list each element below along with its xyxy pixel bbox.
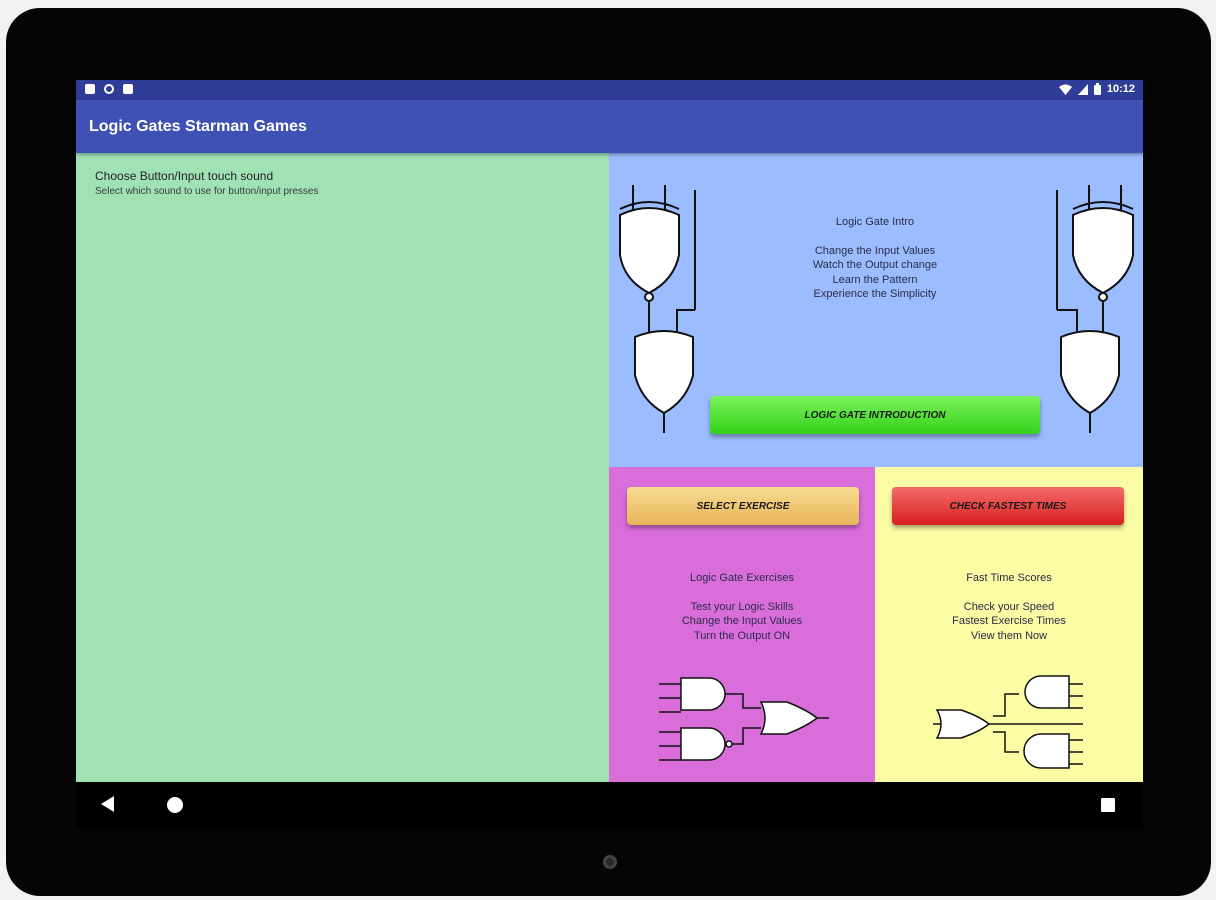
intro-panel: Logic Gate Intro Change the Input Values… xyxy=(609,153,1143,467)
exercise-line: Test your Logic Skills xyxy=(690,600,794,613)
times-line: Check your Speed xyxy=(963,600,1055,613)
check-fastest-times-button[interactable]: CHECK FASTEST TIMES xyxy=(892,487,1124,525)
main-content: Choose Button/Input touch sound Select w… xyxy=(76,153,1143,782)
exercise-panel: SELECT EXERCISE Logic Gate Exercises Tes… xyxy=(609,467,875,782)
notification-icon xyxy=(85,84,95,94)
exercise-line: Turn the Output ON xyxy=(693,629,791,642)
settings-panel: Choose Button/Input touch sound Select w… xyxy=(76,153,609,782)
device-screen: 10:12 Logic Gates Starman Games Choose B… xyxy=(76,80,1143,782)
status-bar: 10:12 xyxy=(76,80,1143,100)
recents-icon[interactable] xyxy=(1101,798,1115,812)
battery-icon xyxy=(1093,83,1101,95)
app-bar: Logic Gates Starman Games xyxy=(76,100,1143,153)
app-title: Logic Gates Starman Games xyxy=(89,118,307,135)
intro-title: Logic Gate Intro xyxy=(835,216,915,228)
intro-line: Experience the Simplicity xyxy=(813,288,937,300)
back-icon[interactable] xyxy=(101,796,114,812)
front-camera xyxy=(603,855,617,869)
sync-icon xyxy=(104,84,114,94)
navigation-bar xyxy=(76,782,1143,828)
select-exercise-button[interactable]: SELECT EXERCISE xyxy=(627,487,859,525)
status-right-icons: 10:12 xyxy=(1058,83,1135,95)
signal-icon xyxy=(1077,83,1088,95)
times-line: Fastest Exercise Times xyxy=(952,615,1066,627)
mixed-gates-circuit-illustration xyxy=(933,675,1083,769)
home-icon[interactable] xyxy=(167,797,183,813)
touch-sound-setting-subtitle: Select which sound to use for button/inp… xyxy=(95,186,319,197)
touch-sound-setting-title[interactable]: Choose Button/Input touch sound xyxy=(95,169,273,183)
sd-card-icon xyxy=(123,84,133,94)
intro-line: Change the Input Values xyxy=(814,244,936,257)
intro-line: Learn the Pattern xyxy=(832,273,918,286)
times-line: View them Now xyxy=(970,629,1048,642)
status-left-icons xyxy=(85,84,133,94)
cascaded-or-gates-right-illustration xyxy=(1056,185,1134,433)
exercise-line: Change the Input Values xyxy=(681,615,803,627)
status-time: 10:12 xyxy=(1106,83,1135,95)
wifi-icon xyxy=(1058,84,1072,95)
logic-gate-introduction-button[interactable]: LOGIC GATE INTRODUCTION xyxy=(710,396,1040,434)
exercise-description: Logic Gate Exercises Test your Logic Ski… xyxy=(609,571,875,643)
times-title: Fast Time Scores xyxy=(966,572,1052,584)
cascaded-or-gates-left-illustration xyxy=(619,185,696,433)
intro-description: Logic Gate Intro Change the Input Values… xyxy=(741,215,1009,302)
times-panel: CHECK FASTEST TIMES Fast Time Scores Che… xyxy=(875,467,1143,782)
times-description: Fast Time Scores Check your Speed Fastes… xyxy=(875,571,1143,643)
intro-line: Watch the Output change xyxy=(812,259,938,271)
exercise-title: Logic Gate Exercises xyxy=(690,572,794,584)
and-gates-circuit-illustration xyxy=(659,677,829,761)
